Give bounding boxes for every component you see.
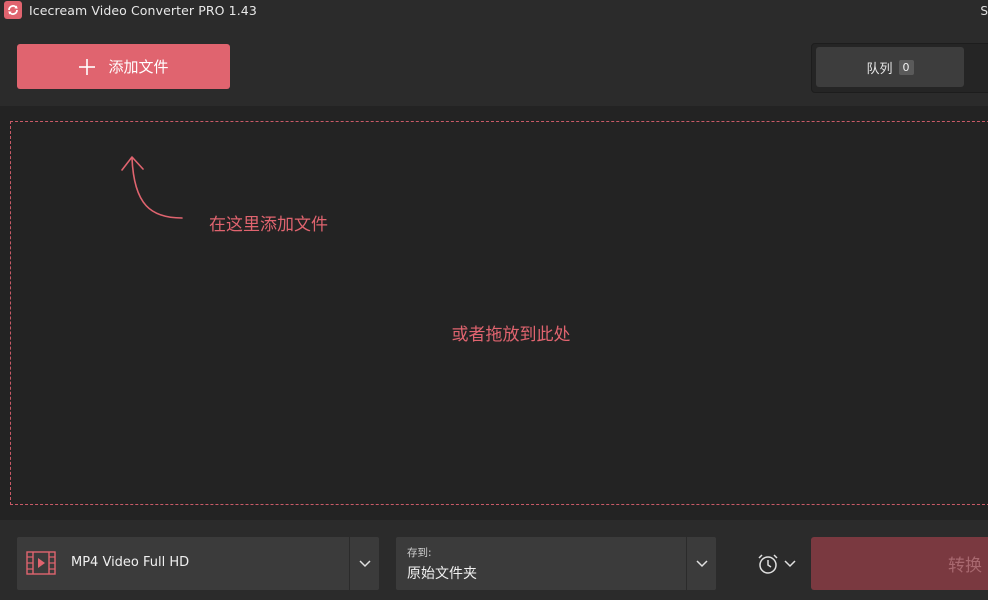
- convert-label: 转换: [948, 556, 982, 576]
- toolbar: 添加文件 队列 0: [0, 22, 988, 106]
- add-files-hint: 在这里添加文件: [209, 215, 328, 235]
- queue-label: 队列: [866, 61, 893, 77]
- curved-arrow-icon: [121, 156, 183, 219]
- add-files-label: 添加文件: [108, 58, 169, 76]
- plus-icon: [78, 58, 96, 76]
- save-location-select[interactable]: 存到: 原始文件夹: [396, 537, 716, 590]
- schedule-button[interactable]: [756, 550, 800, 578]
- app-logo-icon: [4, 1, 22, 19]
- bottom-bar: MP4 Video Full HD 存到: 原始文件夹 转换: [0, 520, 988, 600]
- chevron-down-icon: [784, 560, 796, 568]
- format-value: MP4 Video Full HD: [71, 555, 190, 570]
- add-files-button[interactable]: 添加文件: [17, 44, 230, 89]
- format-dropdown-toggle[interactable]: [349, 537, 380, 590]
- title-bar: Icecream Video Converter PRO 1.43 S: [0, 0, 988, 22]
- drop-area: 在这里添加文件 或者拖放到此处: [0, 106, 988, 520]
- queue-tab[interactable]: 队列 0: [816, 47, 964, 87]
- queue-count-badge: 0: [898, 59, 914, 75]
- chevron-down-icon: [359, 559, 371, 567]
- drop-zone[interactable]: 在这里添加文件 或者拖放到此处: [10, 121, 988, 505]
- window-control-edge[interactable]: S: [980, 4, 988, 18]
- alarm-clock-icon: [758, 554, 778, 574]
- save-dropdown-toggle[interactable]: [686, 537, 717, 590]
- drop-here-text: 或者拖放到此处: [451, 325, 571, 345]
- window-title: Icecream Video Converter PRO 1.43: [29, 3, 257, 18]
- save-caption: 存到:: [407, 547, 432, 559]
- queue-container: 队列 0: [811, 43, 988, 93]
- convert-button[interactable]: 转换: [811, 537, 988, 590]
- format-select[interactable]: MP4 Video Full HD: [17, 537, 379, 590]
- save-location-value: 原始文件夹: [407, 566, 477, 582]
- film-icon: [26, 551, 56, 579]
- chevron-down-icon: [696, 559, 708, 567]
